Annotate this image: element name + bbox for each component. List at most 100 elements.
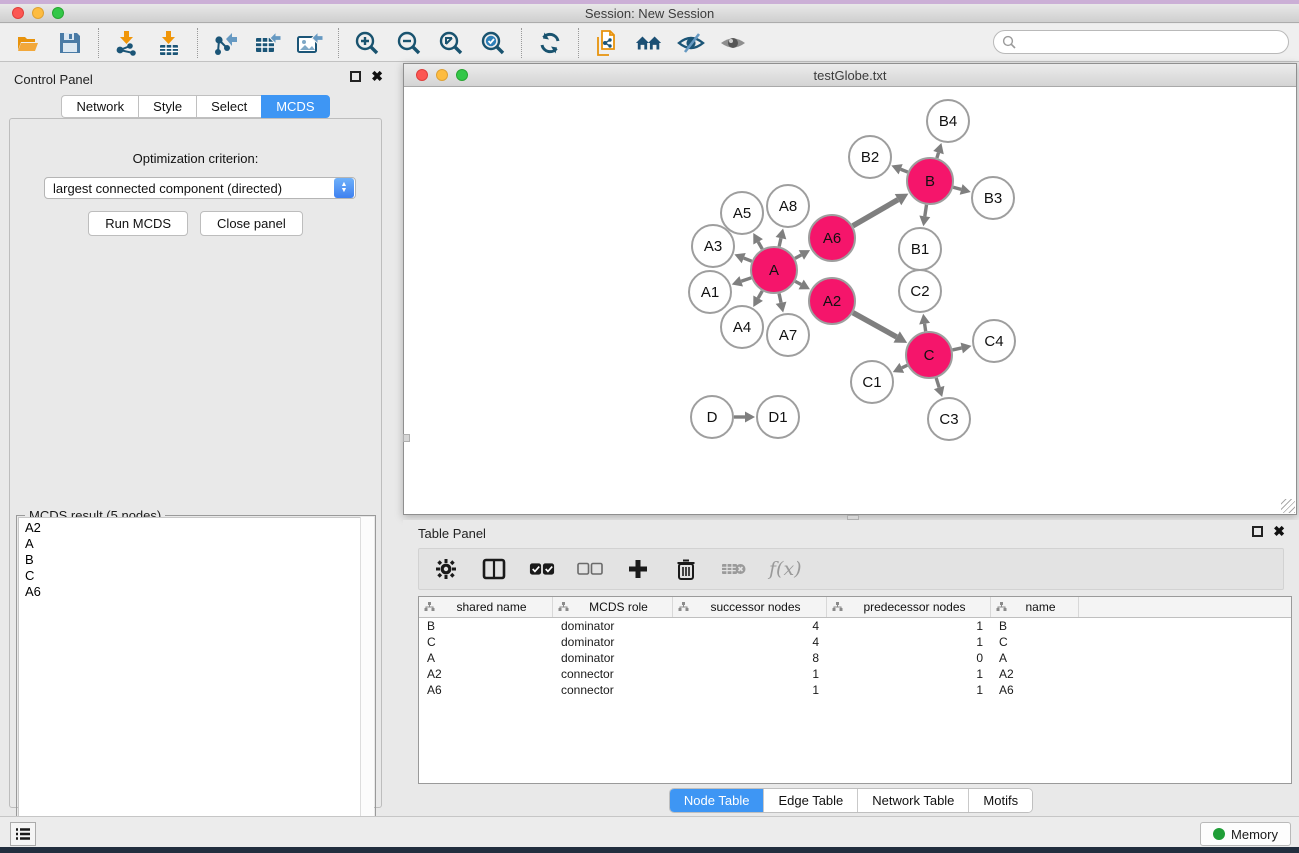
float-panel-icon[interactable] [350, 71, 361, 82]
cell-name[interactable]: C [991, 635, 1079, 649]
cell-mcds_role[interactable]: connector [553, 667, 673, 681]
minimize-window-button[interactable] [32, 7, 44, 19]
cell-shared_name[interactable]: C [419, 635, 553, 649]
delete-column-trash-icon[interactable] [673, 556, 699, 582]
network-window-titlebar[interactable]: testGlobe.txt [404, 64, 1296, 87]
edge-B-B2[interactable] [901, 169, 908, 172]
edge-A-A8[interactable] [779, 238, 781, 246]
maximize-window-button[interactable] [52, 7, 64, 19]
run-mcds-button[interactable]: Run MCDS [88, 211, 188, 236]
column-header-name[interactable]: name [991, 597, 1079, 617]
column-header-predecessor-nodes[interactable]: predecessor nodes [827, 597, 991, 617]
cell-shared_name[interactable]: A2 [419, 667, 553, 681]
function-builder-icon[interactable]: f(x) [769, 558, 802, 580]
close-table-panel-icon[interactable]: ✖ [1273, 526, 1285, 537]
result-list-item[interactable]: C [19, 568, 373, 584]
edge-A-A6[interactable] [795, 255, 801, 258]
cell-successor_nodes[interactable]: 4 [673, 619, 827, 633]
table-row-A[interactable]: Adominator80A [419, 650, 1291, 666]
delete-table-icon[interactable] [721, 556, 747, 582]
tab-style[interactable]: Style [138, 95, 196, 118]
network-close-button[interactable] [416, 69, 428, 81]
cell-name[interactable]: A6 [991, 683, 1079, 697]
edge-B-B1[interactable] [925, 205, 927, 217]
save-session-icon[interactable] [56, 29, 84, 57]
cell-name[interactable]: A [991, 651, 1079, 665]
cell-mcds_role[interactable]: dominator [553, 619, 673, 633]
column-header-MCDS-role[interactable]: MCDS role [553, 597, 673, 617]
network-maximize-button[interactable] [456, 69, 468, 81]
home-views-icon[interactable] [635, 29, 663, 57]
network-view-window[interactable]: testGlobe.txt B4B2BB3A5A8A6A3B1AC2A1A2A4… [403, 63, 1297, 515]
split-columns-icon[interactable] [481, 556, 507, 582]
edge-A-A1[interactable] [741, 278, 751, 281]
edge-A-A5[interactable] [758, 242, 762, 249]
cell-mcds_role[interactable]: connector [553, 683, 673, 697]
edge-A-A3[interactable] [744, 258, 752, 261]
table-options-gear-icon[interactable] [433, 556, 459, 582]
edge-A-A2[interactable] [795, 281, 801, 284]
zoom-selected-icon[interactable] [479, 29, 507, 57]
import-network-icon[interactable] [113, 29, 141, 57]
task-history-button[interactable] [10, 822, 36, 846]
tab-mcds[interactable]: MCDS [261, 95, 329, 118]
close-panel-icon[interactable]: ✖ [371, 71, 383, 82]
mcds-result-list[interactable]: A2ABCA6 [18, 517, 374, 853]
tab-node-table[interactable]: Node Table [670, 789, 765, 812]
cell-shared_name[interactable]: A6 [419, 683, 553, 697]
edge-C-C4[interactable] [952, 348, 961, 350]
edge-A2-C[interactable] [853, 313, 897, 337]
cell-shared_name[interactable]: B [419, 619, 553, 633]
cell-shared_name[interactable]: A [419, 651, 553, 665]
optimization-criterion-dropdown[interactable]: largest connected component (directed) ▲… [44, 177, 356, 199]
edge-B-B3[interactable] [953, 187, 961, 189]
result-list-item[interactable]: A [19, 536, 373, 552]
tab-edge-table[interactable]: Edge Table [764, 789, 858, 812]
cell-successor_nodes[interactable]: 8 [673, 651, 827, 665]
result-list-scrollbar[interactable] [360, 517, 374, 853]
show-selected-eye-icon[interactable] [719, 29, 747, 57]
column-header-shared-name[interactable]: shared name [419, 597, 553, 617]
window-resize-grip[interactable] [1281, 499, 1295, 513]
table-row-A2[interactable]: A2connector11A2 [419, 666, 1291, 682]
cell-name[interactable]: A2 [991, 667, 1079, 681]
table-row-B[interactable]: Bdominator41B [419, 618, 1291, 634]
edge-C-C2[interactable] [925, 324, 926, 332]
cell-predecessor_nodes[interactable]: 1 [827, 683, 991, 697]
table-row-C[interactable]: Cdominator41C [419, 634, 1291, 650]
refresh-icon[interactable] [536, 29, 564, 57]
cell-mcds_role[interactable]: dominator [553, 635, 673, 649]
duplicate-network-icon[interactable] [593, 29, 621, 57]
export-network-icon[interactable] [212, 29, 240, 57]
deselect-all-checkboxes-icon[interactable] [577, 556, 603, 582]
cell-mcds_role[interactable]: dominator [553, 651, 673, 665]
zoom-fit-icon[interactable] [437, 29, 465, 57]
select-all-checkboxes-icon[interactable] [529, 556, 555, 582]
cell-successor_nodes[interactable]: 1 [673, 667, 827, 681]
tab-select[interactable]: Select [196, 95, 261, 118]
tab-motifs[interactable]: Motifs [969, 789, 1032, 812]
network-graph[interactable]: B4B2BB3A5A8A6A3B1AC2A1A2A4A7C4CC1DD1C3 [405, 88, 1297, 515]
search-input[interactable] [1021, 35, 1288, 49]
table-row-A6[interactable]: A6connector11A6 [419, 682, 1291, 698]
add-column-icon[interactable] [625, 556, 651, 582]
edge-C-C1[interactable] [902, 365, 907, 368]
edge-A-A4[interactable] [758, 291, 762, 298]
edge-A-A7[interactable] [779, 293, 781, 302]
close-window-button[interactable] [12, 7, 24, 19]
result-list-item[interactable]: A6 [19, 584, 373, 600]
network-canvas[interactable]: B4B2BB3A5A8A6A3B1AC2A1A2A4A7C4CC1DD1C3 [405, 88, 1295, 513]
zoom-out-icon[interactable] [395, 29, 423, 57]
splitter-grip-left[interactable] [403, 434, 410, 442]
cell-predecessor_nodes[interactable]: 0 [827, 651, 991, 665]
cell-successor_nodes[interactable]: 4 [673, 635, 827, 649]
edge-A6-B[interactable] [853, 200, 898, 226]
export-table-icon[interactable] [254, 29, 282, 57]
cell-predecessor_nodes[interactable]: 1 [827, 667, 991, 681]
column-header-successor-nodes[interactable]: successor nodes [673, 597, 827, 617]
hide-selected-eye-icon[interactable] [677, 29, 705, 57]
node-table[interactable]: shared nameMCDS rolesuccessor nodesprede… [418, 596, 1292, 784]
edge-B-B4[interactable] [937, 153, 939, 158]
cell-predecessor_nodes[interactable]: 1 [827, 635, 991, 649]
edge-C-C3[interactable] [936, 378, 939, 388]
